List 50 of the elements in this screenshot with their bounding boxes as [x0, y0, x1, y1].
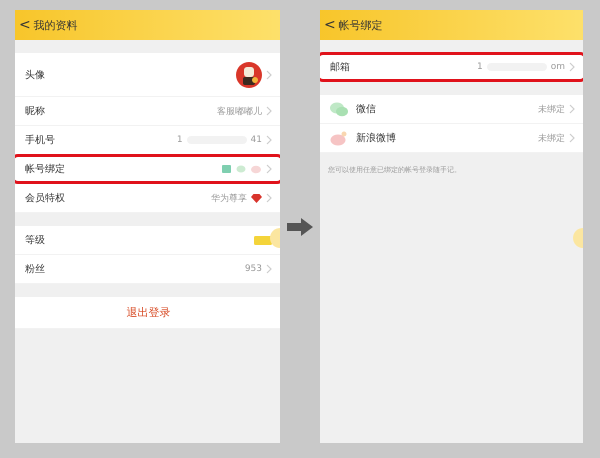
settings-row[interactable]: 退出登录	[15, 297, 280, 329]
row-value: 953	[244, 264, 262, 274]
settings-row[interactable]: 粉丝 953	[15, 255, 280, 284]
chevron-icon	[266, 135, 272, 145]
row-label: 手机号	[25, 134, 55, 147]
chevron-icon	[569, 62, 575, 72]
chevron-icon	[266, 264, 272, 274]
weibo-icon	[330, 130, 348, 146]
settings-row[interactable]: 帐号绑定	[15, 155, 280, 184]
chevron-icon	[266, 70, 272, 80]
diamond-icon	[251, 194, 262, 202]
row-label: 帐号绑定	[25, 162, 65, 176]
chevron-icon	[266, 164, 272, 174]
back-button[interactable]: <	[324, 17, 336, 33]
chevron-icon	[569, 104, 575, 114]
settings-row[interactable]: 新浪微博 未绑定	[320, 124, 583, 153]
row-label: 新浪微博	[356, 132, 396, 145]
settings-row[interactable]: 会员特权 华为尊享	[15, 184, 280, 213]
level-badge-icon	[254, 236, 272, 244]
screen-title: 帐号绑定	[338, 18, 383, 32]
account-icons-drawing	[222, 164, 262, 174]
masked-value-end: om	[550, 62, 565, 72]
row-value: 未绑定	[538, 104, 565, 116]
chevron-icon	[266, 193, 272, 203]
back-button[interactable]: <	[19, 17, 31, 33]
arrow-icon	[287, 218, 313, 236]
logout-label: 退出登录	[126, 305, 170, 320]
masked-value-end: 41	[250, 135, 262, 145]
row-value: 华为尊享	[211, 192, 247, 204]
settings-row[interactable]: 手机号 1 41	[15, 126, 280, 155]
masked-value-start: 1	[176, 135, 183, 145]
avatar-icon	[236, 62, 262, 88]
row-label: 头像	[25, 68, 45, 82]
row-value: 未绑定	[538, 132, 565, 144]
screen-title: 我的资料	[34, 18, 78, 32]
row-label: 昵称	[25, 105, 45, 118]
settings-row[interactable]: 微信 未绑定	[320, 95, 583, 124]
settings-row[interactable]: 头像	[15, 53, 280, 97]
chat-bubbles-icon	[330, 102, 348, 116]
row-label: 等级	[25, 234, 45, 247]
row-label: 邮箱	[330, 60, 350, 74]
chevron-icon	[569, 133, 575, 143]
row-label: 粉丝	[25, 262, 45, 276]
row-label: 微信	[356, 103, 376, 116]
row-value: 客服嘟嘟儿	[217, 106, 262, 118]
settings-row[interactable]: 昵称 客服嘟嘟儿	[15, 97, 280, 126]
settings-row[interactable]: 邮箱 1 om	[320, 53, 583, 82]
masked-value-start: 1	[476, 62, 483, 72]
row-label: 会员特权	[25, 192, 65, 205]
chevron-icon	[266, 106, 272, 116]
